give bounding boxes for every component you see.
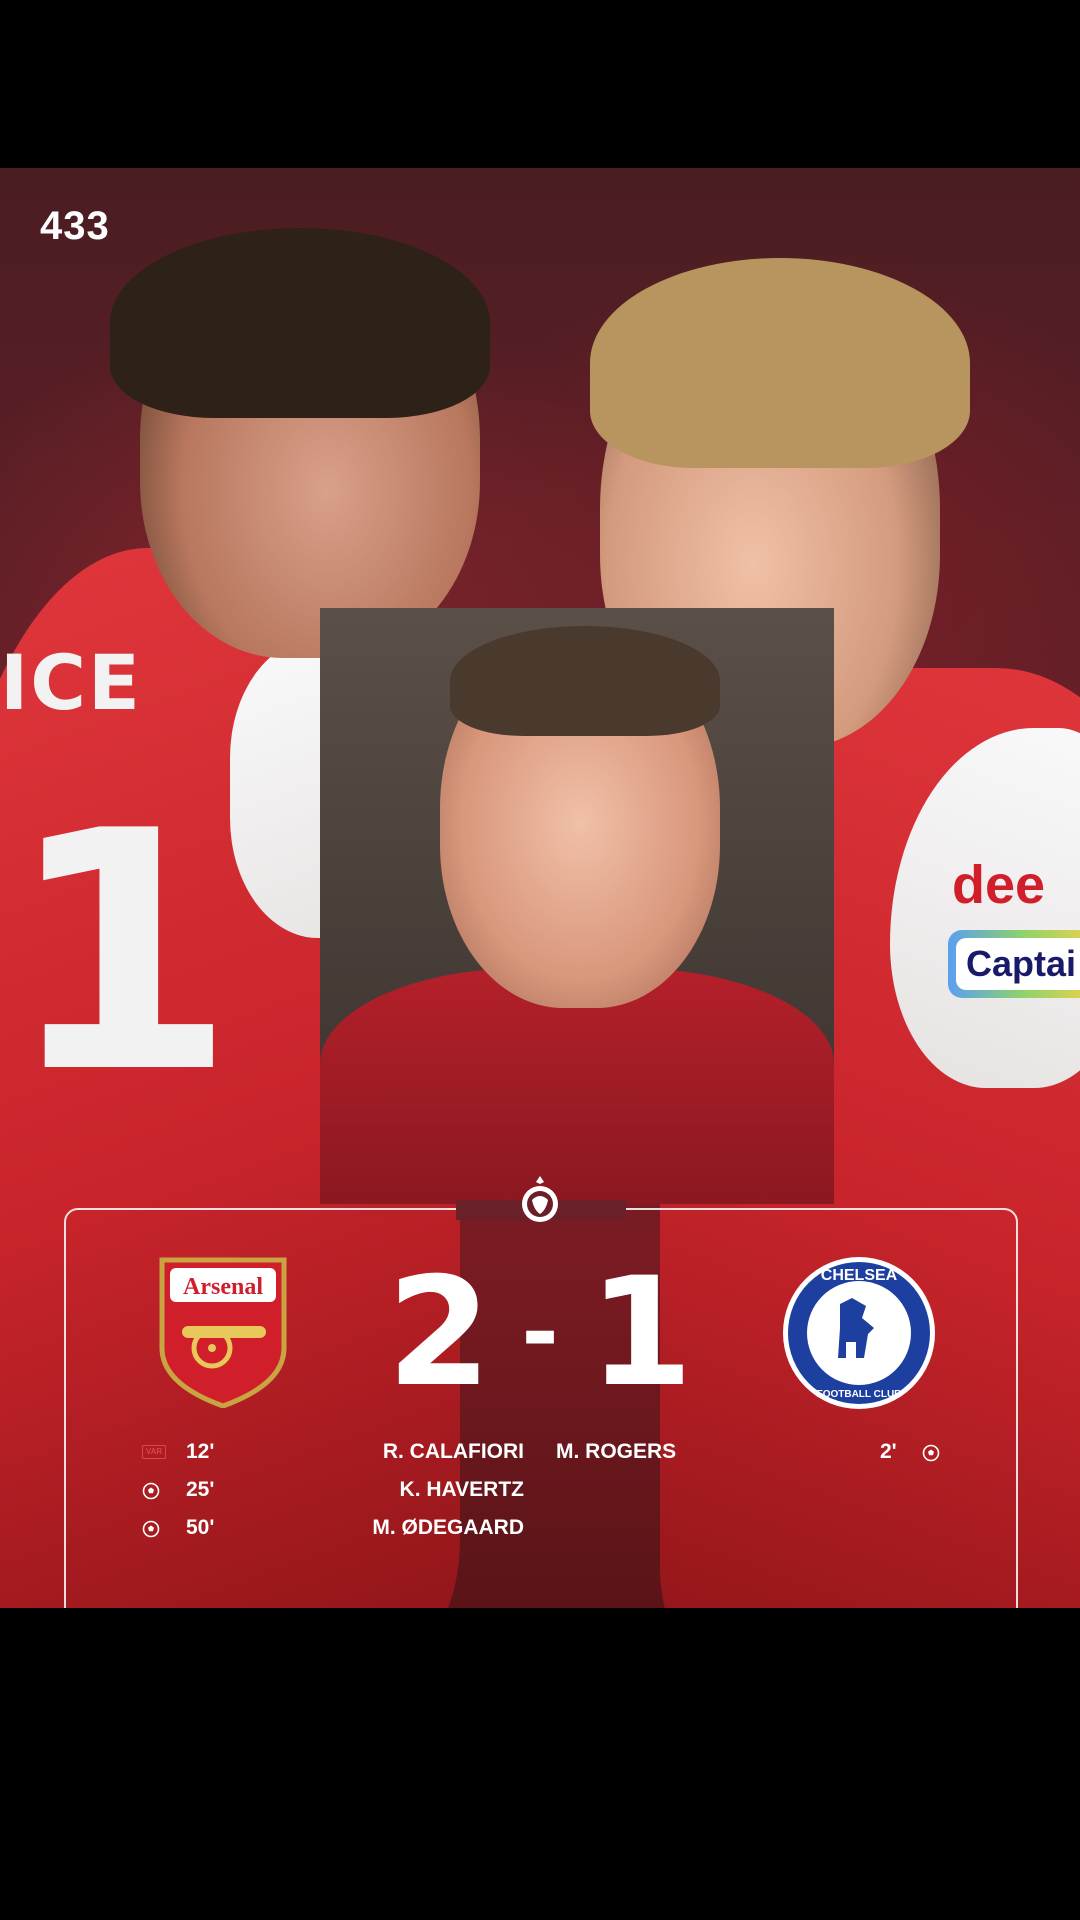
left-player-shirt-name: ICE	[0, 638, 142, 727]
goal-ball-icon	[922, 1444, 940, 1462]
home-event-minute: 12'	[186, 1440, 215, 1463]
chelsea-crest-icon: CHELSEA FOOTBALL CLUB	[783, 1257, 935, 1409]
goal-ball-icon	[142, 1482, 160, 1500]
score-separator: -	[521, 1280, 559, 1385]
chelsea-crest-text: CHELSEA	[821, 1267, 898, 1284]
presenter-video-overlay	[320, 608, 834, 1204]
goal-ball-icon	[142, 1520, 160, 1538]
post-image: ICE 1 dee Captai 433 Arsenal CHELSEA FOO…	[0, 168, 1080, 1608]
home-event-minute: 25'	[186, 1478, 215, 1501]
away-event-player: M. ROGERS	[556, 1440, 677, 1463]
home-score: 2	[386, 1246, 492, 1420]
captain-armband-text: Captai	[956, 938, 1080, 990]
left-player-hair	[110, 228, 490, 418]
chelsea-crest-subtext: FOOTBALL CLUB	[817, 1389, 902, 1400]
home-event-player: M. ØDEGAARD	[372, 1516, 524, 1539]
right-player-hair	[590, 258, 970, 468]
presenter-hair	[450, 626, 720, 736]
arsenal-crest-icon: Arsenal	[159, 1257, 287, 1408]
away-event-minute: 2'	[880, 1440, 897, 1463]
arsenal-crest-text: Arsenal	[183, 1274, 263, 1300]
home-event-player: R. CALAFIORI	[382, 1440, 524, 1463]
premier-league-lion-icon	[522, 1176, 558, 1222]
brand-logo: 433	[40, 204, 110, 248]
left-player-shirt-number: 1	[6, 761, 236, 1145]
home-event-minute: 50'	[186, 1516, 215, 1539]
final-score: 2 - 1	[360, 1258, 720, 1408]
right-player-sponsor: dee	[952, 855, 1046, 915]
var-icon: VAR	[142, 1445, 166, 1459]
away-score: 1	[588, 1246, 694, 1420]
home-event-player: K. HAVERTZ	[399, 1478, 524, 1501]
